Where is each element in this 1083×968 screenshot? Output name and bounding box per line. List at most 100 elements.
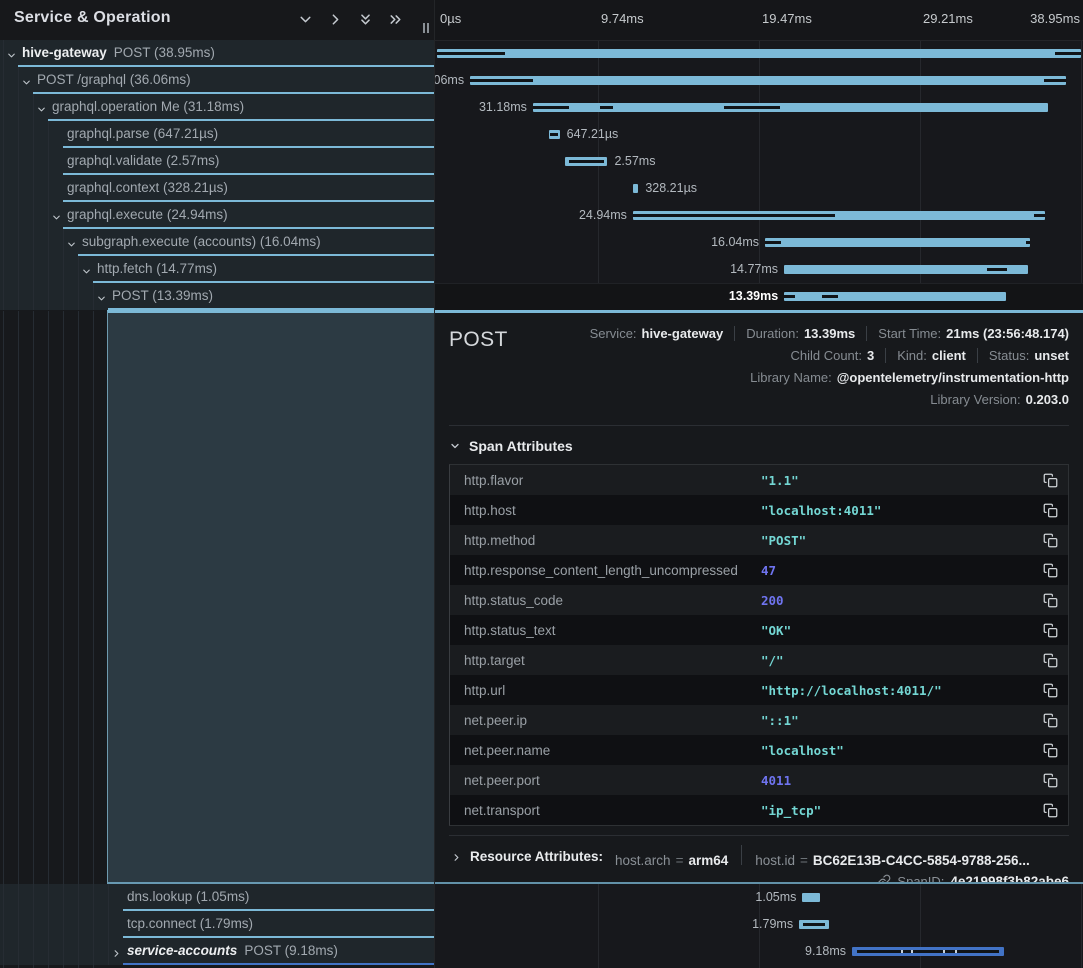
chevron-down-icon[interactable]	[36, 102, 47, 113]
indent-guide	[33, 121, 34, 148]
meta-value: hive-gateway	[642, 326, 724, 341]
timeline-row[interactable]: 1.05ms	[435, 884, 1083, 911]
span-meta-line: Library Name:@opentelemetry/instrumentat…	[508, 367, 1069, 389]
span-tree-row[interactable]: graphql.execute (24.94ms)	[0, 202, 434, 229]
span-label: POST (13.39ms)	[112, 283, 213, 309]
tree-indent-guides	[0, 311, 107, 968]
copy-icon[interactable]	[1028, 683, 1068, 698]
duration-label: 9.18ms	[776, 938, 846, 965]
attribute-key: http.flavor	[450, 473, 761, 488]
timeline-row[interactable]: 13.39ms	[435, 283, 1083, 310]
link-icon[interactable]	[877, 874, 891, 884]
span-tree-row[interactable]: http.fetch (14.77ms)	[0, 256, 434, 283]
span-duration-bar[interactable]	[533, 103, 1049, 112]
indent-guide	[33, 256, 34, 283]
child-span-notch	[533, 106, 569, 109]
timeline-row[interactable]: 16.04ms	[435, 229, 1083, 256]
span-duration-bar[interactable]	[549, 130, 560, 139]
chevron-down-icon[interactable]	[21, 75, 32, 86]
timeline-row[interactable]	[435, 40, 1083, 67]
chevrons-down-icon[interactable]	[357, 11, 374, 28]
timeline-row[interactable]: 328.21µs	[435, 175, 1083, 202]
span-duration-bar[interactable]	[437, 49, 1081, 58]
timeline-row[interactable]: 647.21µs	[435, 121, 1083, 148]
span-duration-bar[interactable]	[633, 184, 638, 193]
indent-guide	[63, 311, 64, 968]
copy-icon[interactable]	[1028, 803, 1068, 818]
child-span-notch	[1055, 52, 1081, 55]
copy-icon[interactable]	[1028, 713, 1068, 728]
child-span-notch	[470, 79, 533, 82]
span-detail-header: POST Service:hive-gatewayDuration:13.39m…	[449, 313, 1069, 411]
span-tree-row[interactable]: service-accountsPOST (9.18ms)	[0, 938, 434, 965]
indent-guide	[78, 311, 79, 968]
span-tree-row[interactable]: graphql.operation Me (31.18ms)	[0, 94, 434, 121]
span-tree-row[interactable]: tcp.connect (1.79ms)	[0, 911, 434, 938]
chevrons-right-icon[interactable]	[387, 11, 404, 28]
copy-icon[interactable]	[1028, 503, 1068, 518]
span-tree-row[interactable]: graphql.context (328.21µs)	[0, 175, 434, 202]
span-duration-bar[interactable]	[852, 947, 1004, 956]
span-tree-row[interactable]: POST (13.39ms)	[0, 283, 434, 310]
panel-resize-handle[interactable]	[422, 23, 429, 33]
chevron-down-icon[interactable]	[66, 237, 77, 248]
attribute-value: "ip_tcp"	[761, 803, 1028, 818]
attribute-key: http.method	[450, 533, 761, 548]
divider	[449, 425, 1069, 426]
timeline-row[interactable]: 31.18ms	[435, 94, 1083, 121]
attribute-row: http.response_content_length_uncompresse…	[450, 555, 1068, 585]
span-duration-bar[interactable]	[633, 211, 1045, 220]
child-span-notch	[600, 106, 613, 109]
indent-guide	[3, 229, 4, 256]
copy-icon[interactable]	[1028, 593, 1068, 608]
timeline-row[interactable]: 1.79ms	[435, 911, 1083, 938]
span-tree-row[interactable]: POST /graphql (36.06ms)	[0, 67, 434, 94]
span-attributes-section-header[interactable]: Span Attributes	[449, 437, 1069, 455]
span-tree-row[interactable]: graphql.validate (2.57ms)	[0, 148, 434, 175]
span-label: dns.lookup (1.05ms)	[127, 884, 249, 910]
span-tree-row[interactable]: subgraph.execute (accounts) (16.04ms)	[0, 229, 434, 256]
timeline-row[interactable]: 9.18ms	[435, 938, 1083, 965]
span-duration-bar[interactable]	[784, 265, 1028, 274]
chevron-right-icon[interactable]	[111, 946, 122, 957]
span-duration-bar[interactable]	[802, 893, 819, 902]
indent-guide	[78, 884, 79, 911]
chevron-down-icon[interactable]	[6, 48, 17, 59]
duration-label: 328.21µs	[645, 175, 697, 202]
timeline-row[interactable]: 14.77ms	[435, 256, 1083, 283]
chevron-right-icon[interactable]	[327, 11, 344, 28]
chevron-down-icon[interactable]	[81, 264, 92, 275]
copy-icon[interactable]	[1028, 533, 1068, 548]
span-duration-bar[interactable]	[799, 920, 829, 929]
indent-guide	[3, 67, 4, 94]
indent-guide	[18, 256, 19, 283]
operation-name: tcp.connect (1.79ms)	[127, 916, 253, 931]
span-duration-bar[interactable]	[470, 76, 1066, 85]
chevron-down-icon[interactable]	[297, 11, 314, 28]
resource-attributes-row[interactable]: Resource Attributes: host.arch=arm64host…	[449, 845, 1069, 867]
span-tree-row[interactable]: dns.lookup (1.05ms)	[0, 884, 434, 911]
span-duration-bar[interactable]	[784, 292, 1005, 301]
attribute-key: http.response_content_length_uncompresse…	[450, 563, 761, 578]
timeline-row[interactable]: 2.57ms	[435, 148, 1083, 175]
chevron-down-icon[interactable]	[96, 291, 107, 302]
span-duration-bar[interactable]	[565, 157, 607, 166]
copy-icon[interactable]	[1028, 773, 1068, 788]
indent-guide	[33, 175, 34, 202]
copy-icon[interactable]	[1028, 623, 1068, 638]
span-tree-row[interactable]: hive-gatewayPOST (38.95ms)	[0, 40, 434, 67]
timeline-row[interactable]: 24.94ms	[435, 202, 1083, 229]
timeline-row[interactable]: 36.06ms	[435, 67, 1083, 94]
span-tree-row[interactable]: graphql.parse (647.21µs)	[0, 121, 434, 148]
copy-icon[interactable]	[1028, 473, 1068, 488]
span-label: graphql.operation Me (31.18ms)	[52, 94, 244, 120]
chevron-down-icon[interactable]	[51, 210, 62, 221]
indent-guide	[18, 884, 19, 911]
span-duration-bar[interactable]	[765, 238, 1030, 247]
selected-span-expansion	[107, 310, 434, 884]
child-span-notch	[437, 52, 505, 55]
copy-icon[interactable]	[1028, 653, 1068, 668]
indent-guide	[33, 911, 34, 938]
copy-icon[interactable]	[1028, 563, 1068, 578]
copy-icon[interactable]	[1028, 743, 1068, 758]
